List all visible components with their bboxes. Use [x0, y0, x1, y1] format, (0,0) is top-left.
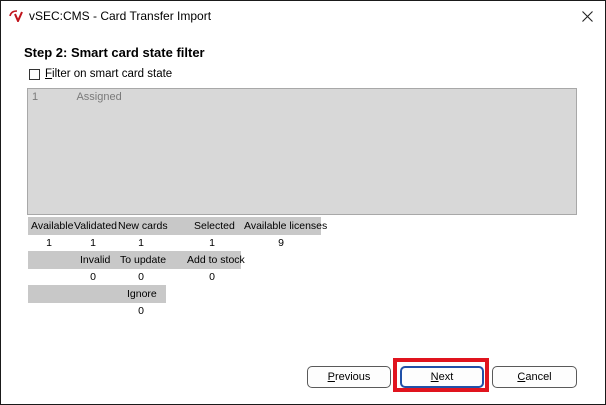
filter-checkbox[interactable] [29, 68, 40, 80]
dialog-window: vSEC:CMS - Card Transfer Import Step 2: … [0, 0, 606, 405]
title-bar: vSEC:CMS - Card Transfer Import [1, 1, 605, 31]
list-item[interactable]: 1 Assigned [32, 91, 122, 103]
value-available-licenses: 9 [278, 237, 284, 249]
header-selected: Selected [194, 220, 235, 232]
previous-button[interactable]: Previous [307, 366, 391, 388]
value-new-cards: 1 [138, 237, 144, 249]
value-selected: 1 [209, 237, 215, 249]
header-invalid: Invalid [80, 254, 111, 266]
list-item-label: Assigned [76, 91, 122, 103]
header-new-cards: New cards [118, 220, 168, 232]
smart-card-state-list[interactable]: 1 Assigned [27, 88, 577, 215]
value-ignore: 0 [138, 305, 144, 317]
window-title: vSEC:CMS - Card Transfer Import [29, 9, 212, 23]
close-button[interactable] [569, 1, 605, 31]
header-available: Available [31, 220, 74, 232]
value-validated: 1 [90, 237, 96, 249]
close-icon [581, 10, 593, 22]
step-title: Step 2: Smart card state filter [24, 45, 205, 60]
header-available-licenses: Available licenses [244, 220, 328, 232]
header-to-update: To update [120, 254, 167, 266]
filter-checkbox-row[interactable]: Filter on smart card state [29, 68, 172, 80]
app-logo-icon [9, 10, 23, 22]
value-to-update: 0 [138, 271, 144, 283]
next-button-highlight [393, 358, 489, 392]
header-add-to-stock: Add to stock [187, 254, 245, 266]
filter-checkbox-label[interactable]: Filter on smart card state [45, 68, 172, 80]
value-invalid: 0 [90, 271, 96, 283]
header-ignore: Ignore [127, 288, 157, 300]
value-available: 1 [46, 237, 52, 249]
cancel-button[interactable]: Cancel [492, 366, 577, 388]
value-add-to-stock: 0 [209, 271, 215, 283]
list-item-number: 1 [32, 91, 39, 103]
header-validated: Validated [74, 220, 118, 232]
